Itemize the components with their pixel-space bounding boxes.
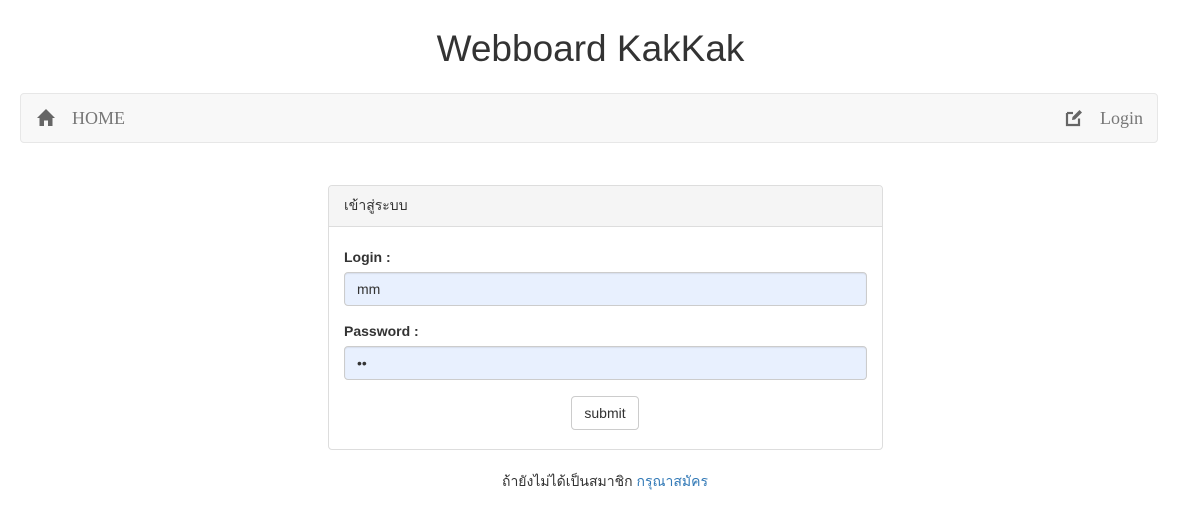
panel-heading: เข้าสู่ระบบ — [329, 186, 882, 227]
register-prompt-line: ถ้ายังไม่ได้เป็นสมาชิก กรุณาสมัคร — [0, 471, 1191, 493]
nav-login-label: Login — [1100, 107, 1143, 128]
login-panel: เข้าสู่ระบบ Login : Password : submit — [328, 185, 883, 450]
password-label: Password : — [344, 323, 419, 339]
home-icon — [36, 108, 56, 128]
navbar: HOME Login — [20, 93, 1158, 143]
login-input[interactable] — [344, 272, 867, 306]
page-title: Webboard KakKak — [436, 28, 745, 69]
edit-icon — [1064, 108, 1084, 128]
password-input[interactable] — [344, 346, 867, 380]
nav-home-link[interactable]: HOME — [36, 94, 125, 142]
login-label: Login : — [344, 249, 391, 265]
submit-button[interactable]: submit — [571, 396, 639, 430]
nav-home-label: HOME — [72, 107, 125, 128]
register-prompt: ถ้ายังไม่ได้เป็นสมาชิก — [501, 473, 633, 489]
register-link[interactable]: กรุณาสมัคร — [637, 473, 709, 489]
nav-login-link[interactable]: Login — [1064, 94, 1143, 142]
